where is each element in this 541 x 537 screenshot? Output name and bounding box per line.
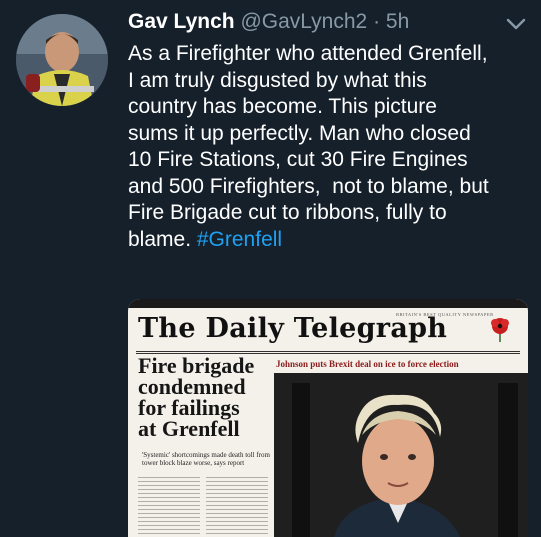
newspaper-masthead: The Daily Telegraph [138, 313, 448, 344]
article-column [138, 477, 200, 535]
display-name[interactable]: Gav Lynch [128, 10, 235, 33]
tweet-header: Gav Lynch @GavLynch2 · 5h [128, 9, 409, 35]
poppy-icon [491, 318, 509, 342]
headline-line: at Grenfell [138, 416, 240, 441]
newspaper-headline: Fire brigade condemned for failings at G… [138, 353, 270, 441]
tweet-text: As a Firefighter who attended Grenfell, … [128, 41, 533, 253]
masthead-rule [136, 351, 520, 352]
tweet-text-line: I am truly disgusted by what this [128, 68, 427, 92]
tweet-text-line: 10 Fire Stations, cut 30 Fire Engines [128, 148, 468, 171]
tweet-text-line: and 500 Firefighters, not to blame, but [128, 174, 489, 198]
newspaper-subhead: 'Systemic' shortcomings made death toll … [142, 451, 270, 467]
avatar-image [16, 14, 108, 106]
tweet-text-line: As a Firefighter who attended Grenfell, [128, 42, 488, 65]
headline-line: condemned [138, 374, 246, 399]
tweet: Gav Lynch @GavLynch2 · 5h As a Firefight… [0, 0, 541, 537]
headline-line: Fire brigade [138, 353, 255, 378]
portrait-illustration [274, 373, 528, 537]
separator-dot: · [373, 10, 381, 33]
article-column [206, 477, 268, 535]
tweet-text-line: country has become. This picture [128, 95, 437, 118]
newspaper-photo [274, 373, 528, 537]
user-handle[interactable]: @GavLynch2 [240, 10, 367, 33]
tweet-text-last-line: blame. #Grenfell [128, 227, 533, 254]
tweet-media-image[interactable]: BRITAIN'S BEST QUALITY NEWSPAPER The Dai… [128, 299, 528, 537]
hashtag-link[interactable]: #Grenfell [197, 228, 282, 251]
tweet-text-line: Fire Brigade cut to ribbons, fully to [128, 201, 447, 224]
avatar[interactable] [16, 14, 108, 106]
headline-line: for failings [138, 395, 240, 420]
chevron-down-icon[interactable] [505, 16, 527, 32]
tweet-text-line: sums it up perfectly. Man who closed [128, 121, 471, 145]
tweet-text-line: blame. [128, 227, 192, 251]
side-story-headline: Johnson puts Brexit deal on ice to force… [276, 359, 459, 369]
timestamp[interactable]: 5h [386, 10, 409, 33]
newspaper-top-band [128, 299, 528, 308]
